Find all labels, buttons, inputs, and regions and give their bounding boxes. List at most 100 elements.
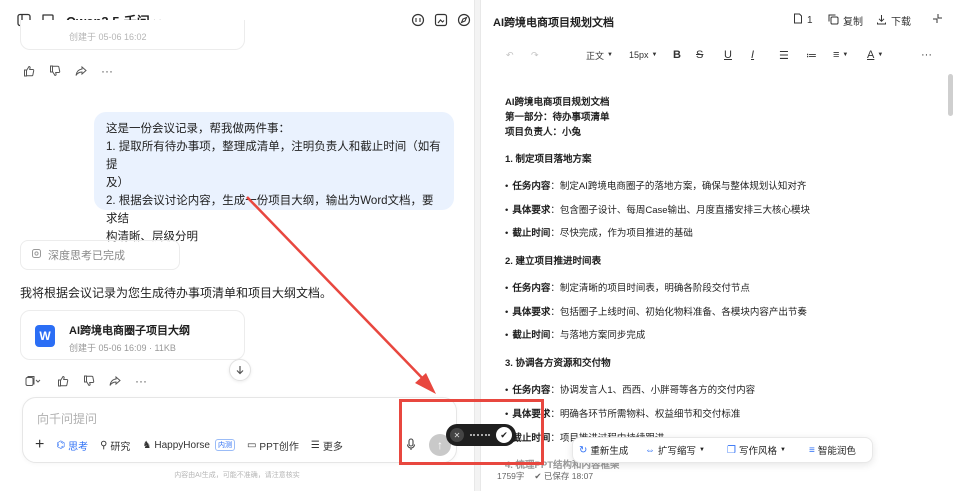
horse-icon: ♞ xyxy=(142,439,152,451)
font-size-value: 15px xyxy=(629,50,649,60)
expand-icon: ⇔ xyxy=(645,444,655,456)
scroll-to-bottom-button[interactable] xyxy=(229,359,251,381)
more-tools-button[interactable]: ☰ 更多 xyxy=(311,438,343,453)
research-button[interactable]: ⚲ 研究 xyxy=(100,438,130,453)
thumbs-down-icon[interactable] xyxy=(48,64,62,78)
smart-polish-label: 智能润色 xyxy=(817,446,856,457)
more-icon[interactable]: ··· xyxy=(134,374,148,388)
generated-doc-card[interactable]: W AI跨境电商圈子项目大纲 创建于 05-06 16:09 · 11KB xyxy=(20,310,245,360)
list-icon: ☰ xyxy=(310,439,320,451)
italic-button[interactable]: I xyxy=(751,49,754,61)
text-color-value: A xyxy=(867,49,875,61)
happyhorse-button[interactable]: ♞ HappyHorse 内测 xyxy=(142,439,235,451)
download-button[interactable]: 下载 xyxy=(876,13,911,28)
writing-style-label: 写作风格 xyxy=(738,446,777,457)
user-message-line: 这是一份会议记录，帮我做两件事： xyxy=(106,123,290,135)
copy-icon[interactable] xyxy=(22,374,44,388)
check-icon: ✔ xyxy=(534,471,542,481)
strikethrough-button[interactable]: S xyxy=(696,49,703,61)
history-icon[interactable] xyxy=(410,12,426,28)
research-icon: ⚲ xyxy=(100,439,108,451)
copy-label: 复制 xyxy=(843,17,863,28)
image-icon[interactable] xyxy=(433,12,449,28)
caret-down-icon: ▼ xyxy=(877,52,884,58)
document-scrollbar[interactable] xyxy=(948,74,953,116)
message-actions-top: ··· xyxy=(22,64,114,78)
doc-bullet-line: • 具体要求：包括圈子上线时间、初始化物料准备、各模块内容产出节奏 xyxy=(505,307,807,318)
brain-icon xyxy=(31,248,42,262)
doc-heading: 2. 建立项目推进时间表 xyxy=(505,256,602,267)
thumbs-up-icon[interactable] xyxy=(22,64,36,78)
doc-bullet-key: 任务内容 xyxy=(512,181,551,192)
doc-heading: 3. 协调各方资源和交付物 xyxy=(505,358,611,369)
share-icon[interactable] xyxy=(108,374,122,388)
redo-icon[interactable]: ↷ xyxy=(531,50,539,61)
think-toggle[interactable]: ⌬ 思考 xyxy=(56,438,88,453)
more-label: 更多 xyxy=(322,441,343,453)
align-icon: ≡ xyxy=(833,49,840,61)
expand-label: 扩写缩写 xyxy=(658,446,697,457)
copy-icon xyxy=(828,14,839,28)
deep-thinking-status: 深度思考已完成 xyxy=(48,250,125,262)
download-icon xyxy=(876,14,887,28)
more-icon[interactable]: ··· xyxy=(921,49,932,61)
compass-icon[interactable] xyxy=(456,12,472,28)
previous-file-card[interactable]: 创建于 05-06 16:02 xyxy=(20,20,245,50)
doc-title-line: AI跨境电商项目规划文档 xyxy=(505,97,610,108)
bullet-list-icon[interactable]: ☰ xyxy=(779,49,789,62)
app-root: Qwen3.5-千问 ⌵ 创建于 05-06 16:02 ··· 这是一份会议记… xyxy=(0,0,960,491)
share-icon[interactable] xyxy=(74,64,88,78)
doc-bullet-value: ：协调发言人1、西西、小胖哥等各方的交付内容 xyxy=(550,385,756,396)
refresh-icon: ↻ xyxy=(579,444,588,456)
doc-bullet-key: 任务内容 xyxy=(512,385,551,396)
regenerate-button[interactable]: ↻ 重新生成 xyxy=(579,443,628,458)
doc-bullet-value: ：包括圈子上线时间、初始化物料准备、各模块内容产出节奏 xyxy=(550,307,807,318)
caret-down-icon: ▼ xyxy=(779,447,786,453)
bold-button[interactable]: B xyxy=(673,49,681,61)
user-message-line: 1. 提取所有待办事项，整理成清单，注明负责人和截止时间（如有提 xyxy=(106,141,441,171)
paragraph-style-value: 正文 xyxy=(586,50,605,61)
previous-file-meta: 创建于 05-06 16:02 xyxy=(69,32,147,42)
thumbs-up-icon[interactable] xyxy=(56,374,70,388)
deep-thinking-chip[interactable]: 深度思考已完成 xyxy=(20,240,180,270)
ai-edit-toolbar: ↻ 重新生成 ⇔ 扩写缩写 ▼ ❐ 写作风格 ▼ ≡ 智能润色 xyxy=(572,437,873,463)
more-icon[interactable]: ··· xyxy=(100,64,114,78)
composer-tools: + ⌬ 思考 ⚲ 研究 ♞ HappyHorse 内测 ▭ PPT创作 ☰ 更多 xyxy=(35,436,343,454)
doc-bullet-line: • 截止时间：尽快完成，作为项目推进的基础 xyxy=(505,228,693,239)
attach-plus-button[interactable]: + xyxy=(35,436,44,454)
composer-input-placeholder[interactable]: 向千问提问 xyxy=(37,410,97,427)
save-status-text: 已保存 18:07 xyxy=(543,471,594,481)
caret-down-icon: ▼ xyxy=(607,52,613,58)
smart-polish-button[interactable]: ≡ 智能润色 xyxy=(809,443,856,458)
ppt-create-button[interactable]: ▭ PPT创作 xyxy=(247,438,299,453)
text-color-select[interactable]: A ▼ xyxy=(867,49,883,61)
doc-bullet-line: • 具体要求：包含圈子设计、每周Case输出、月度直播安排三大核心模块 xyxy=(505,205,811,216)
doc-bullet-line: • 任务内容：制定清晰的项目时间表，明确各阶段交付节点 xyxy=(505,283,750,294)
collapse-pane-icon[interactable] xyxy=(932,13,943,24)
chat-composer[interactable]: 向千问提问 + ⌬ 思考 ⚲ 研究 ♞ HappyHorse 内测 ▭ PPT创… xyxy=(22,397,457,463)
writing-style-button[interactable]: ❐ 写作风格 ▼ xyxy=(727,443,786,458)
assistant-reply: 我将根据会议记录为您生成待办事项清单和项目大纲文档。 xyxy=(20,286,333,300)
doc-bullet-value: ：制定AI跨境电商圈子的落地方案，确保与整体规划认知对齐 xyxy=(550,181,807,192)
arrow-down-icon xyxy=(236,366,244,375)
doc-bullet-line: • 任务内容：制定AI跨境电商圈子的落地方案，确保与整体规划认知对齐 xyxy=(505,181,807,192)
thumbs-down-icon[interactable] xyxy=(82,374,96,388)
page-count[interactable]: 1 xyxy=(793,13,813,27)
doc-bullet-value: ：包含圈子设计、每周Case输出、月度直播安排三大核心模块 xyxy=(550,205,811,216)
doc-card-meta: 创建于 05-06 16:09 · 11KB xyxy=(69,343,176,353)
copy-button[interactable]: 复制 xyxy=(828,13,863,28)
doc-section-line: 第一部分：待办事项清单 xyxy=(505,112,610,123)
doc-bullet-value: ：与落地方案同步完成 xyxy=(550,330,646,341)
ppt-icon: ▭ xyxy=(246,439,257,451)
document-footer: 1759字 ✔ 已保存 18:07 xyxy=(497,470,593,482)
numbered-list-icon[interactable]: ≔ xyxy=(806,49,817,62)
undo-icon[interactable]: ↶ xyxy=(506,50,514,61)
align-select[interactable]: ≡ ▼ xyxy=(833,49,848,61)
page-count-value: 1 xyxy=(807,14,813,26)
paragraph-style-select[interactable]: 正文 ▼ xyxy=(586,49,613,62)
expand-shorten-button[interactable]: ⇔ 扩写缩写 ▼ xyxy=(645,443,705,458)
page-icon xyxy=(793,13,803,27)
ppt-label: PPT创作 xyxy=(259,441,299,453)
underline-button[interactable]: U xyxy=(724,49,732,61)
font-size-select[interactable]: 15px ▼ xyxy=(629,50,657,60)
